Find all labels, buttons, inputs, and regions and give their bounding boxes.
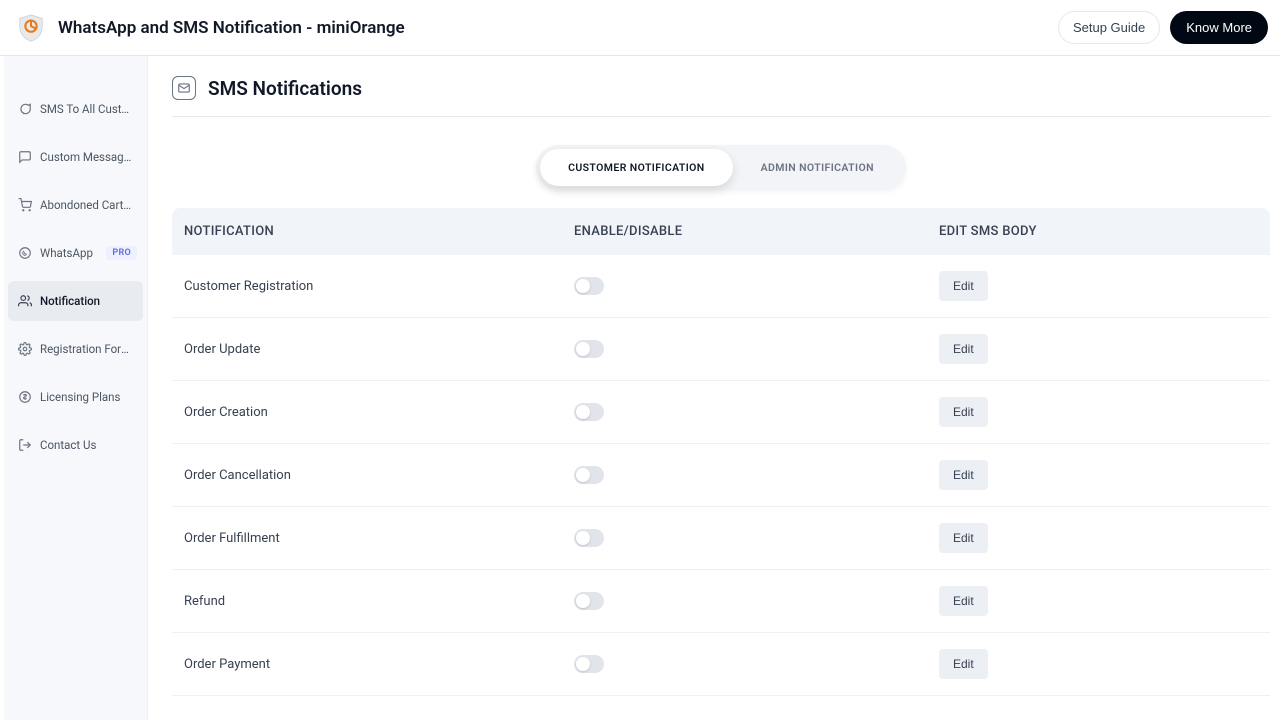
header-left: WhatsApp and SMS Notification - miniOran… <box>16 13 405 43</box>
tab-admin-notification[interactable]: ADMIN NOTIFICATION <box>733 149 902 186</box>
sidebar-item-notification[interactable]: Notification <box>8 281 143 321</box>
sidebar: SMS To All Customers Custom Messages Abo… <box>4 56 148 720</box>
edit-button[interactable]: Edit <box>939 523 988 553</box>
brand-logo-icon <box>16 13 46 43</box>
sidebar-item-label: Contact Us <box>40 438 96 452</box>
dollar-icon <box>18 390 32 404</box>
sidebar-item-custom-messages[interactable]: Custom Messages <box>8 137 143 177</box>
edit-button[interactable]: Edit <box>939 460 988 490</box>
whatsapp-icon <box>18 246 32 260</box>
sidebar-item-contact-us[interactable]: Contact Us <box>8 425 143 465</box>
sidebar-item-sms-to-all[interactable]: SMS To All Customers <box>8 89 143 129</box>
row-name: Order Creation <box>184 405 574 420</box>
chat-bubble-icon <box>18 102 32 116</box>
table-row: Order Creation Edit <box>172 381 1270 444</box>
sidebar-item-label: Custom Messages <box>40 150 133 164</box>
column-edit-sms-body: EDIT SMS BODY <box>939 224 1258 239</box>
logout-icon <box>18 438 32 452</box>
edit-button[interactable]: Edit <box>939 271 988 301</box>
column-notification: NOTIFICATION <box>184 224 574 239</box>
sidebar-item-label: SMS To All Customers <box>40 102 133 116</box>
message-square-icon <box>18 150 32 164</box>
sidebar-item-licensing-plans[interactable]: Licensing Plans <box>8 377 143 417</box>
row-name: Customer Registration <box>184 279 574 294</box>
shopping-cart-icon <box>18 198 32 212</box>
know-more-button[interactable]: Know More <box>1170 11 1268 44</box>
app-header: WhatsApp and SMS Notification - miniOran… <box>0 0 1280 56</box>
row-name: Order Fulfillment <box>184 531 574 546</box>
tabs-container: CUSTOMER NOTIFICATION ADMIN NOTIFICATION <box>172 145 1270 190</box>
sidebar-item-label: Registration Form Set... <box>40 342 133 356</box>
edit-button[interactable]: Edit <box>939 649 988 679</box>
row-name: Order Payment <box>184 657 574 672</box>
sidebar-item-abandoned-cart[interactable]: Abondoned Cart Noti... <box>8 185 143 225</box>
table-header: NOTIFICATION ENABLE/DISABLE EDIT SMS BOD… <box>172 208 1270 255</box>
enable-toggle[interactable] <box>574 403 604 421</box>
enable-toggle[interactable] <box>574 277 604 295</box>
enable-toggle[interactable] <box>574 592 604 610</box>
sidebar-item-label: Licensing Plans <box>40 390 120 404</box>
table-row: Refund Edit <box>172 570 1270 633</box>
header-right: Setup Guide Know More <box>1058 11 1268 44</box>
sidebar-item-label: WhatsApp <box>40 246 93 260</box>
edit-button[interactable]: Edit <box>939 397 988 427</box>
enable-toggle[interactable] <box>574 529 604 547</box>
table-row: Order Payment Edit <box>172 633 1270 696</box>
notification-tabs: CUSTOMER NOTIFICATION ADMIN NOTIFICATION <box>536 145 906 190</box>
table-row: Order Update Edit <box>172 318 1270 381</box>
pro-badge: PRO <box>106 246 137 260</box>
edit-button[interactable]: Edit <box>939 334 988 364</box>
enable-toggle[interactable] <box>574 655 604 673</box>
row-name: Refund <box>184 594 574 609</box>
enable-toggle[interactable] <box>574 340 604 358</box>
main-content: SMS Notifications CUSTOMER NOTIFICATION … <box>148 56 1280 720</box>
settings-icon <box>18 342 32 356</box>
users-icon <box>18 294 32 308</box>
table-row: Order Fulfillment Edit <box>172 507 1270 570</box>
sidebar-item-whatsapp[interactable]: WhatsApp PRO <box>8 233 143 273</box>
table-row: Customer Registration Edit <box>172 255 1270 318</box>
sidebar-item-label: Notification <box>40 294 100 308</box>
notifications-table: NOTIFICATION ENABLE/DISABLE EDIT SMS BOD… <box>172 208 1270 696</box>
edit-button[interactable]: Edit <box>939 586 988 616</box>
tab-customer-notification[interactable]: CUSTOMER NOTIFICATION <box>540 149 733 186</box>
table-row: Order Cancellation Edit <box>172 444 1270 507</box>
app-title: WhatsApp and SMS Notification - miniOran… <box>58 18 405 38</box>
sidebar-item-registration-form[interactable]: Registration Form Set... <box>8 329 143 369</box>
row-name: Order Update <box>184 342 574 357</box>
column-enable-disable: ENABLE/DISABLE <box>574 224 939 239</box>
page-title: SMS Notifications <box>208 77 362 100</box>
row-name: Order Cancellation <box>184 468 574 483</box>
enable-toggle[interactable] <box>574 466 604 484</box>
mail-icon <box>172 76 196 100</box>
setup-guide-button[interactable]: Setup Guide <box>1058 11 1160 44</box>
sidebar-item-label: Abondoned Cart Noti... <box>40 198 133 212</box>
page-heading: SMS Notifications <box>172 76 1270 117</box>
